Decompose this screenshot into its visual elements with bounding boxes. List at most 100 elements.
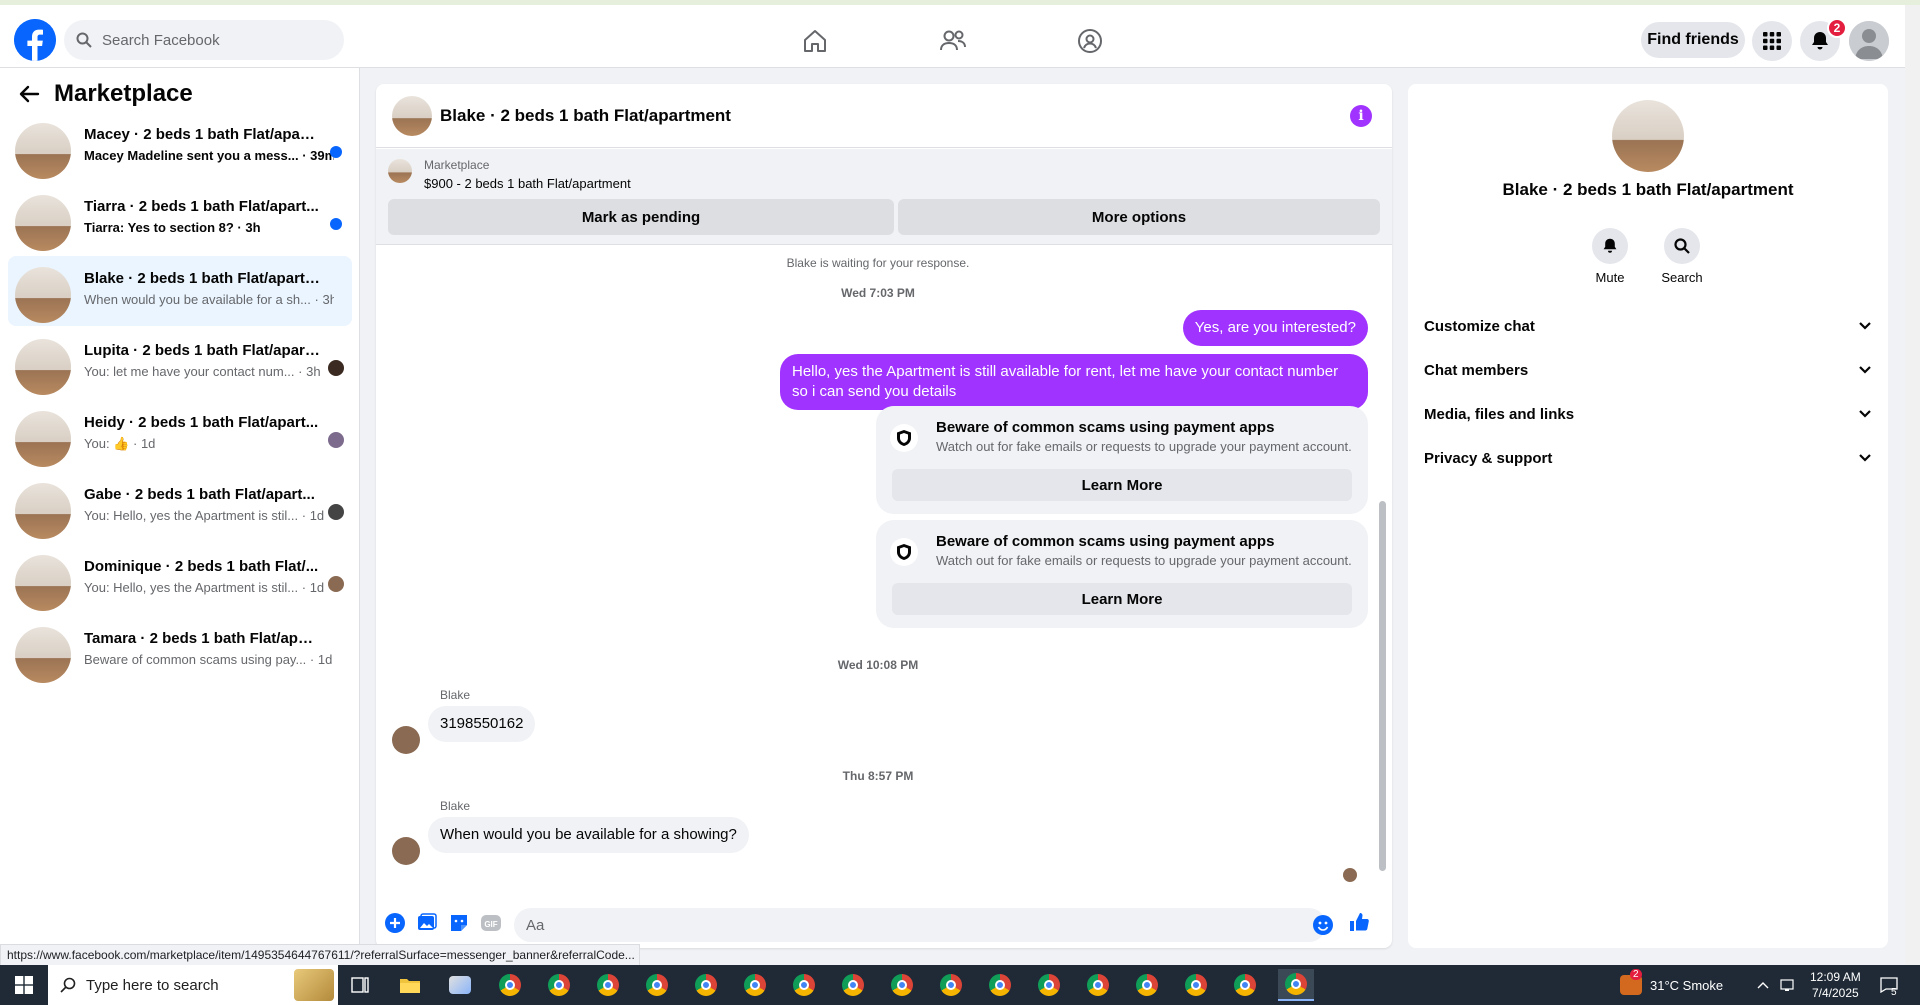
conversation-item-blake[interactable]: Blake · 2 beds 1 bath Flat/apartment Whe… — [8, 256, 352, 326]
listing-thumbnail — [15, 267, 71, 323]
windows-taskbar: Type here to search 2 31°C Smoke 12:09 A… — [0, 965, 1920, 1005]
mark-as-pending-button[interactable]: Mark as pending — [388, 199, 894, 235]
clock[interactable]: 12:09 AM 7/4/2025 — [1810, 965, 1861, 1005]
chrome-icon[interactable] — [1082, 969, 1114, 1001]
find-friends-button[interactable]: Find friends — [1641, 22, 1745, 58]
emoji-icon[interactable] — [1312, 914, 1334, 936]
plus-circle-icon[interactable] — [384, 912, 406, 934]
learn-more-button[interactable]: Learn More — [892, 583, 1352, 615]
conversation-item-heidy[interactable]: Heidy · 2 beds 1 bath Flat/apart... You:… — [8, 400, 352, 470]
banner-listing-link[interactable]: $900 - 2 beds 1 bath Flat/apartment — [424, 176, 631, 191]
photo-icon[interactable] — [416, 912, 438, 934]
home-icon[interactable] — [799, 25, 831, 57]
search-action[interactable]: Search — [1652, 228, 1712, 285]
marketplace-conversations-sidebar: Marketplace Macey · 2 beds 1 bath Flat/a… — [0, 68, 360, 965]
their-message[interactable]: When would you be available for a showin… — [428, 817, 749, 853]
their-message[interactable]: 3198550162 — [428, 706, 536, 742]
chat-panel: Blake · 2 beds 1 bath Flat/apartment i M… — [376, 84, 1392, 948]
sender-avatar[interactable] — [392, 726, 420, 754]
conversation-snippet: You: 👍 · 1d — [84, 436, 156, 451]
sender-avatar[interactable] — [392, 837, 420, 865]
thumbs-up-send-icon[interactable] — [1348, 911, 1370, 933]
weather-icon: 2 — [1620, 969, 1642, 995]
message-input[interactable]: Aa — [514, 908, 1326, 942]
warning-title: Beware of common scams using payment app… — [936, 533, 1275, 550]
chrome-icon[interactable] — [984, 969, 1016, 1001]
clock-date: 7/4/2025 — [1811, 986, 1859, 1000]
chrome-icon[interactable] — [543, 969, 575, 1001]
chat-title[interactable]: Blake · 2 beds 1 bath Flat/apartment — [440, 106, 731, 126]
listing-thumbnail — [15, 555, 71, 611]
chrome-icon[interactable] — [1180, 969, 1212, 1001]
chrome-icon[interactable] — [1131, 969, 1163, 1001]
media-files-links-row[interactable]: Media, files and links — [1424, 394, 1872, 434]
chrome-icon[interactable] — [1229, 969, 1261, 1001]
timestamp: Wed 7:03 PM — [841, 286, 915, 300]
info-icon[interactable]: i — [1350, 105, 1372, 127]
listing-thumbnail — [15, 483, 71, 539]
listing-thumbnail — [15, 339, 71, 395]
learn-more-button[interactable]: Learn More — [892, 469, 1352, 501]
facebook-search-input[interactable]: Search Facebook — [64, 20, 344, 60]
taskbar-search-input[interactable]: Type here to search — [48, 965, 338, 1005]
chevron-up-icon[interactable] — [1757, 965, 1769, 1005]
message-scrollbar[interactable] — [1377, 251, 1387, 883]
conversation-item-gabe[interactable]: Gabe · 2 beds 1 bath Flat/apart... You: … — [8, 472, 352, 542]
chat-avatar[interactable] — [392, 96, 432, 136]
warning-title: Beware of common scams using payment app… — [936, 419, 1275, 436]
paint-app-icon[interactable] — [444, 969, 476, 1001]
conversation-item-dominique[interactable]: Dominique · 2 beds 1 bath Flat/... You: … — [8, 544, 352, 614]
file-explorer-icon[interactable] — [394, 969, 426, 1001]
weather-widget[interactable]: 2 31°C Smoke — [1620, 965, 1723, 1005]
conversation-item-lupita[interactable]: Lupita · 2 beds 1 bath Flat/apart... You… — [8, 328, 352, 398]
network-icon[interactable] — [1780, 965, 1798, 1005]
svg-text:GIF: GIF — [484, 920, 497, 929]
link-status-url: https://www.facebook.com/marketplace/ite… — [0, 944, 640, 966]
chrome-icon[interactable] — [788, 969, 820, 1001]
more-options-button[interactable]: More options — [898, 199, 1380, 235]
chrome-icon[interactable] — [690, 969, 722, 1001]
chat-members-row[interactable]: Chat members — [1424, 350, 1872, 390]
customize-chat-row[interactable]: Customize chat — [1424, 306, 1872, 346]
conversation-name: Tamara · 2 beds 1 bath Flat/apartm... — [84, 630, 320, 647]
chrome-icon[interactable] — [935, 969, 967, 1001]
windows-start-icon[interactable] — [0, 965, 48, 1005]
mute-action[interactable]: Mute — [1580, 228, 1640, 285]
conversation-name: Heidy · 2 beds 1 bath Flat/apart... — [84, 414, 319, 431]
my-message[interactable]: Hello, yes the Apartment is still availa… — [780, 354, 1368, 410]
groups-icon[interactable] — [1074, 25, 1106, 57]
privacy-support-row[interactable]: Privacy & support — [1424, 438, 1872, 478]
my-message[interactable]: Yes, are you interested? — [1182, 310, 1368, 346]
friends-icon[interactable] — [937, 25, 969, 57]
conversation-item-tiarra[interactable]: Tiarra · 2 beds 1 bath Flat/apart... Tia… — [8, 184, 352, 254]
chrome-icon[interactable] — [494, 969, 526, 1001]
scrollbar-thumb[interactable] — [1379, 501, 1386, 871]
conversation-item-macey[interactable]: Macey · 2 beds 1 bath Flat/apart... Mace… — [8, 112, 352, 182]
chevron-down-icon — [1859, 322, 1871, 330]
page-scrollbar[interactable] — [1905, 5, 1920, 965]
chrome-icon[interactable] — [837, 969, 869, 1001]
chrome-icon[interactable] — [886, 969, 918, 1001]
chrome-icon[interactable] — [641, 969, 673, 1001]
chat-info-panel: Blake · 2 beds 1 bath Flat/apartment Mut… — [1408, 84, 1888, 948]
account-avatar[interactable] — [1849, 21, 1889, 61]
action-center-icon[interactable]: 5 — [1880, 965, 1898, 1005]
taskbar-search-placeholder: Type here to search — [86, 976, 219, 994]
back-arrow-icon[interactable] — [18, 83, 40, 105]
chrome-icon[interactable] — [739, 969, 771, 1001]
seen-avatar — [328, 576, 344, 592]
conversation-item-tamara[interactable]: Tamara · 2 beds 1 bath Flat/apartm... Be… — [8, 616, 352, 686]
unread-dot — [330, 218, 342, 230]
gif-icon[interactable]: GIF — [480, 912, 502, 934]
task-view-icon[interactable] — [344, 969, 376, 1001]
sender-name: Blake — [440, 688, 471, 702]
facebook-logo[interactable] — [14, 19, 56, 61]
chrome-icon[interactable] — [592, 969, 624, 1001]
scam-warning-card: Beware of common scams using payment app… — [876, 520, 1368, 628]
timestamp: Wed 10:08 PM — [837, 658, 919, 672]
chrome-icon-active[interactable] — [1278, 969, 1314, 1001]
thumbs-up-icon: 👍 — [113, 436, 130, 451]
chrome-icon[interactable] — [1033, 969, 1065, 1001]
menu-grid-icon[interactable] — [1752, 21, 1792, 61]
sticker-icon[interactable] — [448, 912, 470, 934]
